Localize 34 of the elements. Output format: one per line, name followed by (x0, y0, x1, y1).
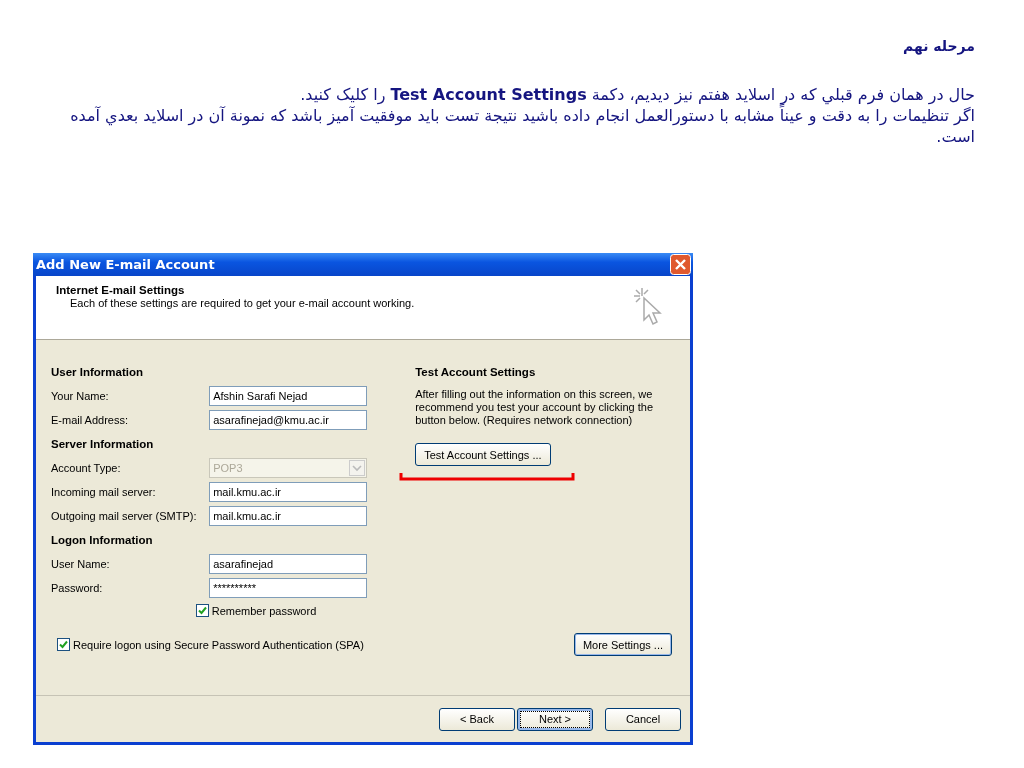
input-field[interactable]: mail.kmu.ac.ir (209, 482, 368, 502)
field-label: Account Type: (51, 462, 121, 474)
caret-icon (349, 460, 366, 476)
header-title: Internet E-mail Settings (56, 284, 186, 296)
field-label: User Name: (51, 558, 110, 570)
section-title: Test Account Settings (415, 365, 537, 380)
wizard-button[interactable]: Next > (517, 707, 593, 731)
input-field[interactable]: Afshin Sarafi Nejad (209, 386, 368, 406)
test-account-settings-button[interactable]: Test Account Settings ... (415, 443, 551, 466)
field-label: E-mail Address: (51, 414, 129, 426)
wizard-button[interactable]: < Back (439, 707, 515, 731)
section-title: Logon Information (51, 533, 154, 548)
checkbox-label: Require logon using Secure Password Authentication (SPA) (73, 638, 364, 651)
input-field[interactable]: asarafinejad (209, 554, 368, 574)
window-title: Add New E-mail Account (36, 257, 215, 272)
checkbox[interactable] (195, 604, 209, 617)
input-field[interactable]: asarafinejad@kmu.ac.ir (209, 410, 368, 430)
more-settings-button[interactable]: More Settings ... (573, 633, 672, 656)
field-label: Incoming mail server: (51, 486, 156, 498)
checkbox-label: Remember password (211, 604, 317, 617)
checkbox[interactable] (57, 638, 70, 651)
field-label: Your Name: (51, 390, 109, 402)
close-icon[interactable] (670, 254, 691, 275)
section-title: Server Information (51, 437, 155, 452)
test-description: After filling out the information on this screen, we recommend you test your account by clicking the button below. (Requires network connection) (415, 388, 654, 427)
header-subtitle: Each of these settings are required to get your e-mail account working. (69, 297, 415, 309)
section-title: User Information (51, 365, 144, 380)
field-label: Outgoing mail server (SMTP): (51, 510, 197, 522)
field-label: Password: (51, 582, 103, 594)
wizard-button[interactable]: Cancel (605, 707, 681, 731)
slide-heading: مرحله نهم (901, 38, 975, 54)
slide-paragraph: اگر تنظيمات را به دقت و عيناً مشابه با دستورالعمل انجام داده باشيد نتيجة تست بايد موفقيت آميز باشد که نمونة آن در اسلايد بعدي آمده است. (69, 105, 975, 147)
input-field[interactable]: mail.kmu.ac.ir (209, 506, 368, 526)
password-field[interactable]: ********** (209, 578, 368, 598)
